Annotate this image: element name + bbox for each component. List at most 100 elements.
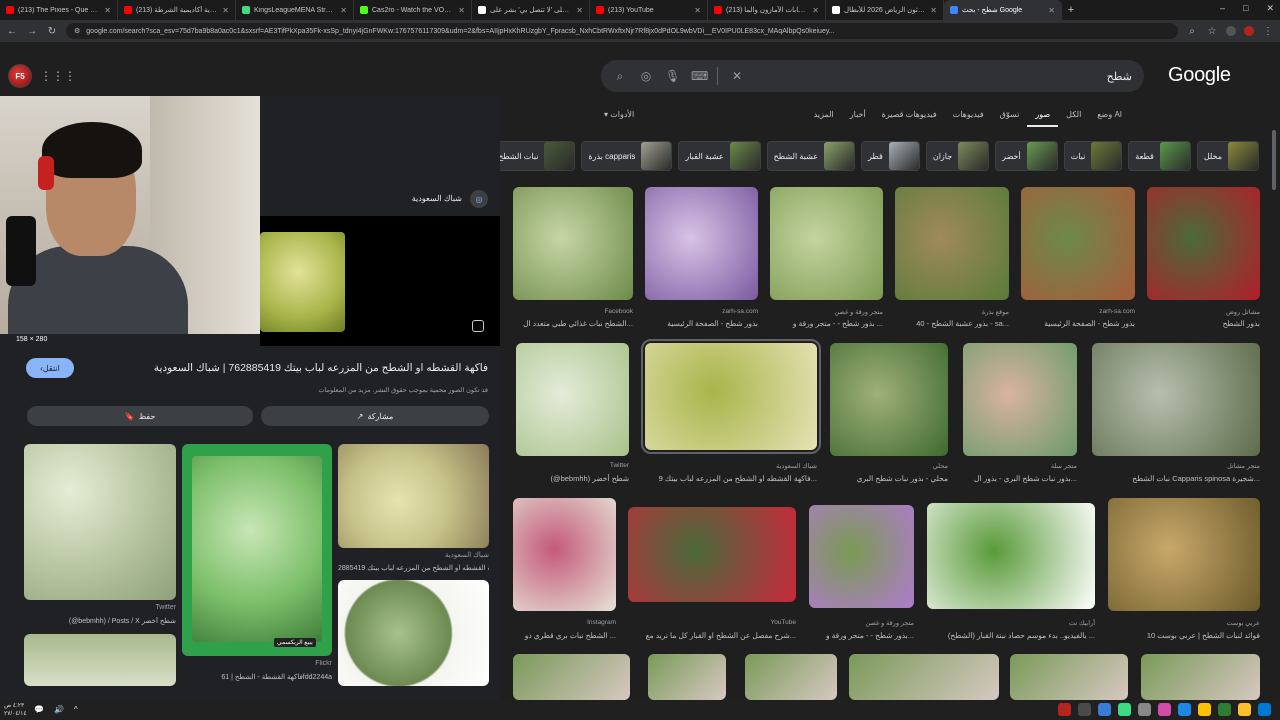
scrollbar[interactable] <box>1272 130 1276 190</box>
keyboard-icon[interactable]: ⌨ <box>691 69 708 83</box>
browser-tab[interactable]: Cas2ro - Watch the VOD on Ki ✕ <box>354 0 472 20</box>
chevron-up-icon[interactable]: ^ <box>74 705 78 714</box>
lens-icon[interactable]: ◎ <box>639 69 653 83</box>
result-image[interactable] <box>1021 187 1135 300</box>
browser-tab[interactable]: (213) دخلت غابات الأمازون والما ✕ <box>708 0 826 20</box>
extension-icon[interactable] <box>1226 26 1236 36</box>
minimize-button[interactable]: – <box>1220 3 1225 14</box>
close-window-button[interactable]: ✕ <box>1266 3 1274 14</box>
app-icon[interactable] <box>1218 703 1231 716</box>
search-tab[interactable]: فيديوهات قصيرة <box>874 108 945 127</box>
close-tab-icon[interactable]: ✕ <box>930 6 937 15</box>
result-image[interactable] <box>1141 654 1260 700</box>
result-image[interactable] <box>963 343 1077 456</box>
result-image[interactable] <box>513 187 633 300</box>
back-icon[interactable]: ← <box>6 26 18 37</box>
menu-icon[interactable]: ⋮ <box>1262 26 1274 37</box>
result-image[interactable] <box>648 654 726 700</box>
forward-icon[interactable]: → <box>26 26 38 37</box>
app-icon[interactable] <box>1138 703 1151 716</box>
url-field[interactable]: ⚙ google.com/search?sca_esv=75d7ba9b8a0a… <box>66 23 1178 39</box>
refinement-chip[interactable]: نبات الشطح <box>491 141 576 171</box>
result-title[interactable]: الشطح نبات بري قطري ذو ... <box>513 631 616 640</box>
search-page-icon[interactable]: ⌕ <box>1186 26 1198 37</box>
app-icon[interactable] <box>1098 703 1111 716</box>
profile-icon[interactable] <box>1244 26 1254 36</box>
site-info-icon[interactable]: ⚙ <box>74 27 80 35</box>
close-tab-icon[interactable]: ✕ <box>694 6 701 15</box>
related-title[interactable]: (@bebmhh) / Posts / X شطح أخضر <box>24 617 176 625</box>
result-image[interactable] <box>895 187 1009 300</box>
volume-icon[interactable]: 🔊 <box>54 705 64 714</box>
notification-icon[interactable]: 💬 <box>34 705 44 714</box>
refinement-chip[interactable]: مخلل <box>1196 141 1259 171</box>
result-image[interactable] <box>927 503 1095 609</box>
app-icon[interactable] <box>1118 703 1131 716</box>
result-image[interactable] <box>516 343 629 456</box>
save-button[interactable]: 🔖 حفظ <box>27 406 253 426</box>
close-tab-icon[interactable]: ✕ <box>222 6 229 15</box>
tools-button[interactable]: ▾ الأدوات <box>604 110 634 119</box>
browser-tab[interactable]: (213) The Pixies - Que Sera, Se ✕ <box>0 0 118 20</box>
result-image[interactable] <box>830 343 948 456</box>
result-title[interactable]: الشطح نبات غذائي طبي متعدد ال... <box>513 319 633 328</box>
browser-tab[interactable]: امشِ على 'لا تتصل بي' بشر على ✕ <box>472 0 590 20</box>
related-image-highlighted[interactable]: ببيع الريكسمي <box>182 444 332 656</box>
result-image[interactable] <box>1147 187 1260 300</box>
visit-button[interactable]: ‹ انتقل <box>26 358 74 378</box>
result-image[interactable] <box>645 187 758 300</box>
bookmark-star-icon[interactable]: ☆ <box>1206 26 1218 37</box>
search-tab[interactable]: الكل <box>1058 108 1089 127</box>
result-image[interactable] <box>770 187 883 300</box>
close-tab-icon[interactable]: ✕ <box>576 6 583 15</box>
search-icon[interactable]: ⌕ <box>613 69 627 84</box>
related-image[interactable] <box>338 580 489 686</box>
browser-tab[interactable]: (213) YouTube ✕ <box>590 0 708 20</box>
result-image[interactable] <box>1010 654 1128 700</box>
result-title[interactable]: بذور الشطح <box>1147 319 1260 328</box>
result-image[interactable] <box>1092 343 1260 456</box>
maximize-button[interactable]: □ <box>1243 3 1248 14</box>
new-tab-button[interactable]: + <box>1062 4 1080 16</box>
browser-tab[interactable]: ماراثون الرياض 2026 للأبطال ✕ <box>826 0 944 20</box>
clear-icon[interactable]: ✕ <box>730 69 744 83</box>
refinement-chip[interactable]: قطعة <box>1128 141 1191 171</box>
search-tab[interactable]: تسوّق <box>992 108 1028 127</box>
refinement-chip[interactable]: عشبة الشطح <box>766 141 855 171</box>
refinement-chip[interactable]: قطر <box>861 141 920 171</box>
browser-tab[interactable]: (213) أغنية بداية أكاديمية الشرطة ✕ <box>118 0 236 20</box>
refinement-chip[interactable]: أخضر <box>995 141 1058 171</box>
app-icon[interactable] <box>1198 703 1211 716</box>
app-icon[interactable] <box>1078 703 1091 716</box>
result-title[interactable]: بذور شطح - الصفحة الرئيسية <box>645 319 758 328</box>
result-title[interactable]: فاكهة القشطه او الشطح من المزرعه لباب بي… <box>645 474 817 483</box>
result-image[interactable] <box>641 339 821 454</box>
app-icon[interactable] <box>1178 703 1191 716</box>
clock[interactable]: ٤:٢٣ ص ٢٧/٠٤/١٤ <box>4 702 27 718</box>
result-title[interactable]: شرح مفصل عن الشطح او القبار كل ما تريد م… <box>628 631 796 640</box>
close-tab-icon[interactable]: ✕ <box>458 6 465 15</box>
result-title[interactable]: بذور شطح - - متجر ورقة و ... <box>770 319 883 328</box>
result-image[interactable] <box>628 507 796 602</box>
result-title[interactable]: بالفيديو.. بدء موسم حصاد نبتة القبار (ال… <box>927 631 1095 640</box>
share-button[interactable]: ↗ مشاركة <box>261 406 489 426</box>
visual-search-icon[interactable] <box>472 320 484 332</box>
apps-grid-icon[interactable]: ⋮⋮⋮ <box>40 69 76 83</box>
result-title[interactable]: بذور شطح - الصفحة الرئيسية <box>1021 319 1135 328</box>
google-logo[interactable]: Google <box>1168 64 1231 87</box>
result-title[interactable]: (@bebmhh) شطح أخضر <box>516 474 629 483</box>
result-image[interactable] <box>513 498 616 611</box>
account-avatar[interactable]: F5 <box>8 64 32 88</box>
related-title[interactable]: فاكهة القشطة - الشطح | 61fdd2244a <box>182 673 332 681</box>
related-title[interactable]: فاكهة القشطه او الشطح من المزرعه لباب بي… <box>338 564 489 572</box>
close-tab-icon[interactable]: ✕ <box>104 6 111 15</box>
preview-image[interactable] <box>260 216 500 346</box>
result-title[interactable]: بذور شطح - - متجر ورقة و... <box>809 631 914 640</box>
refinement-chip[interactable]: جازان <box>925 141 990 171</box>
result-image[interactable] <box>849 654 999 700</box>
result-image[interactable] <box>809 505 914 608</box>
app-icon[interactable] <box>1158 703 1171 716</box>
close-tab-icon[interactable]: ✕ <box>340 6 347 15</box>
preview-source-name[interactable]: شباك السعودية <box>300 194 462 203</box>
search-input[interactable]: شطح <box>756 70 1132 83</box>
